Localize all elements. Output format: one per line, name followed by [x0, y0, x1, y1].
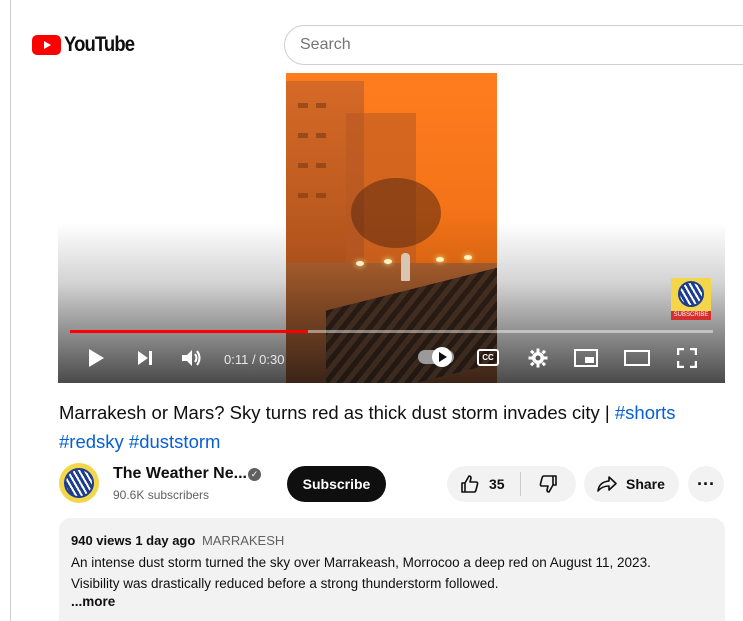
progress-bar[interactable]	[70, 330, 713, 333]
youtube-play-icon	[32, 35, 61, 55]
theater-mode-button[interactable]	[623, 346, 651, 370]
play-icon	[89, 349, 104, 367]
miniplayer-icon	[574, 349, 598, 367]
view-count: 940 views	[71, 533, 132, 548]
dislike-button[interactable]	[521, 466, 575, 502]
hashtag-link[interactable]: #shorts	[615, 402, 676, 423]
window	[316, 193, 326, 198]
window	[316, 103, 326, 108]
description-box[interactable]: 940 views 1 day ago MARRAKESH An intense…	[59, 518, 725, 621]
video-frame[interactable]	[286, 73, 497, 383]
subscribe-button[interactable]: Subscribe	[287, 466, 386, 502]
youtube-wordmark: YouTube	[64, 33, 135, 56]
progress-fill	[70, 330, 308, 333]
video-title: Marrakesh or Mars? Sky turns red as thic…	[59, 398, 729, 456]
upload-age: 1 day ago	[135, 533, 196, 548]
gear-icon	[528, 348, 548, 368]
volume-button[interactable]	[179, 346, 205, 370]
car-light	[356, 261, 364, 266]
window	[298, 163, 308, 168]
next-button[interactable]	[133, 346, 157, 370]
theater-icon	[624, 350, 650, 366]
play-button[interactable]	[84, 346, 108, 370]
autoplay-knob	[432, 347, 452, 367]
window	[298, 133, 308, 138]
hashtag-link[interactable]: #duststorm	[129, 431, 221, 452]
autoplay-play-icon	[438, 352, 447, 362]
subscribe-watermark[interactable]: SUBSCRIBE	[671, 278, 711, 320]
globe-icon	[64, 468, 94, 498]
thumbs-up-icon	[461, 475, 479, 493]
car-light	[384, 259, 392, 264]
fullscreen-icon	[677, 348, 697, 368]
thumbs-down-icon	[539, 475, 557, 493]
next-icon	[138, 351, 152, 365]
miniplayer-button[interactable]	[573, 346, 599, 370]
description-meta: 940 views 1 day ago MARRAKESH	[71, 533, 713, 548]
window	[298, 103, 308, 108]
window	[316, 163, 326, 168]
window	[316, 133, 326, 138]
description-text: An intense dust storm turned the sky ove…	[71, 552, 713, 594]
channel-avatar[interactable]	[59, 463, 99, 503]
share-icon	[597, 476, 617, 492]
more-actions-button[interactable]: ···	[688, 466, 724, 502]
pedestrian	[401, 253, 410, 281]
channel-name[interactable]: The Weather Ne...	[113, 465, 247, 483]
car-light	[436, 257, 444, 262]
volume-icon	[182, 350, 201, 366]
hashtag-link[interactable]: #redsky	[59, 431, 124, 452]
window	[298, 193, 308, 198]
location-link[interactable]: MARRAKESH	[202, 533, 284, 548]
youtube-logo[interactable]: YouTube	[32, 33, 144, 57]
tree	[351, 178, 441, 248]
description-line: Visibility was drastically reduced befor…	[71, 576, 499, 591]
subscriber-count: 90.6K subscribers	[113, 488, 210, 502]
like-button[interactable]: 35	[447, 466, 520, 502]
captions-button[interactable]: CC	[477, 349, 499, 366]
search-input[interactable]	[284, 25, 743, 65]
like-dislike-group: 35	[447, 466, 576, 502]
car-light	[464, 255, 472, 260]
settings-button[interactable]	[526, 346, 550, 370]
verified-check-icon: ✓	[248, 468, 261, 481]
video-player[interactable]: SUBSCRIBE 0:11 / 0:30 CC	[58, 73, 725, 383]
share-label: Share	[626, 476, 665, 492]
subscribe-watermark-label: SUBSCRIBE	[671, 311, 711, 320]
description-line: An intense dust storm turned the sky ove…	[71, 555, 651, 570]
video-title-text: Marrakesh or Mars? Sky turns red as thic…	[59, 402, 610, 423]
autoplay-toggle[interactable]	[418, 347, 454, 367]
show-more-link[interactable]: ...more	[71, 594, 713, 609]
like-count: 35	[489, 476, 505, 492]
time-display: 0:11 / 0:30	[224, 352, 285, 367]
share-button[interactable]: Share	[584, 466, 679, 502]
globe-icon	[678, 281, 704, 307]
fullscreen-button[interactable]	[675, 346, 699, 370]
